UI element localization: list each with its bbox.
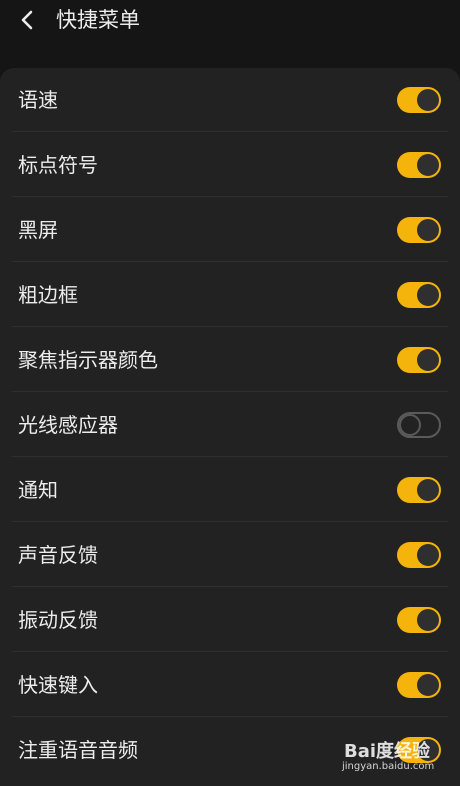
setting-label: 聚焦指示器颜色: [18, 348, 158, 372]
toggle-switch[interactable]: [397, 672, 441, 698]
setting-row-black-screen[interactable]: 黑屏: [0, 198, 460, 262]
toggle-knob: [417, 544, 439, 566]
toggle-knob: [417, 219, 439, 241]
toggle-switch[interactable]: [397, 477, 441, 503]
divider: [12, 196, 448, 197]
toggle-switch[interactable]: [397, 152, 441, 178]
toggle-knob: [417, 349, 439, 371]
toggle-switch[interactable]: [397, 542, 441, 568]
divider: [12, 261, 448, 262]
divider: [12, 716, 448, 717]
setting-label: 振动反馈: [18, 608, 98, 632]
divider: [12, 521, 448, 522]
toggle-knob: [417, 154, 439, 176]
divider: [12, 326, 448, 327]
setting-label: 粗边框: [18, 283, 78, 307]
toggle-knob: [417, 739, 439, 761]
setting-row-speech-rate[interactable]: 语速: [0, 68, 460, 132]
toggle-switch[interactable]: [397, 737, 441, 763]
toggle-knob: [417, 284, 439, 306]
back-button[interactable]: [14, 6, 40, 34]
setting-row-punctuation[interactable]: 标点符号: [0, 133, 460, 197]
toggle-knob: [399, 414, 421, 436]
divider: [12, 651, 448, 652]
divider: [12, 586, 448, 587]
toggle-switch[interactable]: [397, 412, 441, 438]
page-title: 快捷菜单: [56, 8, 140, 32]
setting-row-vibration-feedback[interactable]: 振动反馈: [0, 588, 460, 652]
settings-list: 语速 标点符号 黑屏 粗边框 聚焦指示器颜色 光线感应器 通知 声音反馈 振动反: [0, 68, 460, 786]
toggle-switch[interactable]: [397, 607, 441, 633]
setting-row-sound-feedback[interactable]: 声音反馈: [0, 523, 460, 587]
chevron-left-icon: [21, 10, 33, 30]
setting-label: 通知: [18, 478, 58, 502]
setting-label: 光线感应器: [18, 413, 118, 437]
divider: [12, 131, 448, 132]
toggle-knob: [417, 674, 439, 696]
setting-label: 声音反馈: [18, 543, 98, 567]
setting-label: 快速键入: [18, 673, 98, 697]
header: 快捷菜单: [0, 0, 460, 44]
setting-row-light-sensor[interactable]: 光线感应器: [0, 393, 460, 457]
toggle-knob: [417, 479, 439, 501]
toggle-switch[interactable]: [397, 282, 441, 308]
setting-label: 语速: [18, 88, 58, 112]
setting-row-speech-audio-focus[interactable]: 注重语音音频: [0, 718, 460, 782]
toggle-knob: [417, 609, 439, 631]
setting-label: 标点符号: [18, 153, 98, 177]
toggle-switch[interactable]: [397, 347, 441, 373]
divider: [12, 391, 448, 392]
divider: [12, 456, 448, 457]
setting-label: 注重语音音频: [18, 738, 138, 762]
setting-row-focus-indicator-color[interactable]: 聚焦指示器颜色: [0, 328, 460, 392]
setting-row-notifications[interactable]: 通知: [0, 458, 460, 522]
toggle-knob: [417, 89, 439, 111]
setting-row-thick-border[interactable]: 粗边框: [0, 263, 460, 327]
setting-row-quick-typing[interactable]: 快速键入: [0, 653, 460, 717]
toggle-switch[interactable]: [397, 87, 441, 113]
setting-label: 黑屏: [18, 218, 58, 242]
toggle-switch[interactable]: [397, 217, 441, 243]
